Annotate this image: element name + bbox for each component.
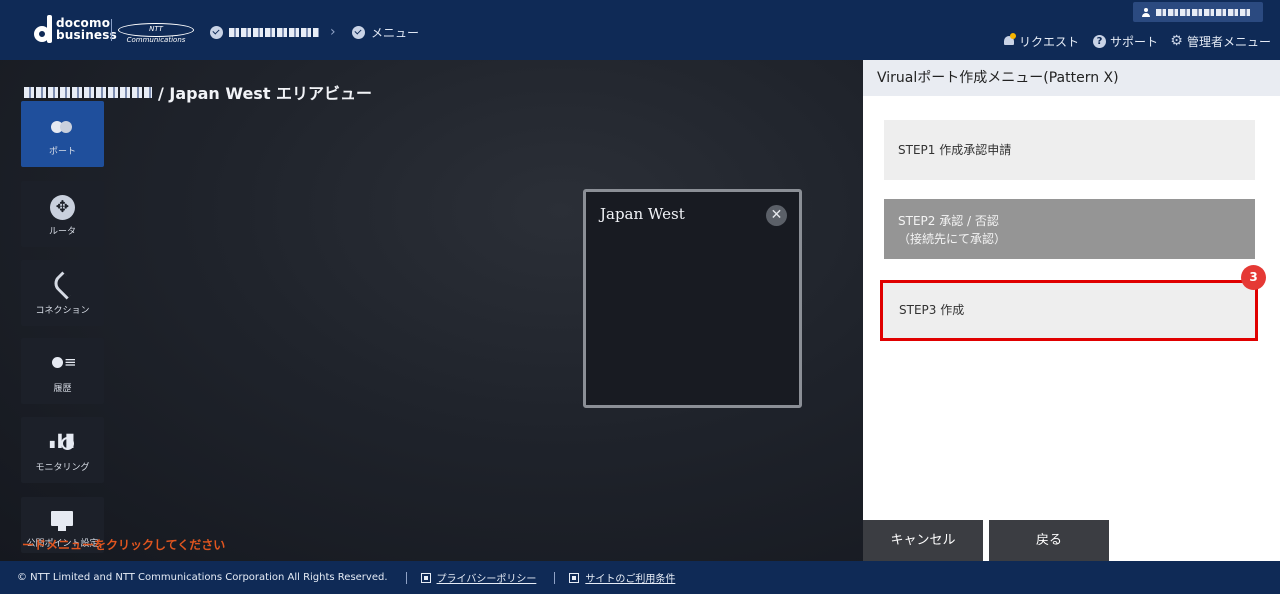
public-point-icon [50,509,75,534]
user-icon [1142,7,1150,17]
router-icon [50,195,75,220]
back-button[interactable]: 戻る [989,520,1109,561]
support-menu[interactable]: ? サポート [1093,33,1158,49]
breadcrumb-tenant-label [229,27,319,37]
sidebar-item-label: コネクション [35,306,90,316]
step1-button[interactable]: STEP1 作成承認申請 [884,120,1255,180]
request-menu[interactable]: リクエスト [1003,33,1079,49]
sidebar-item-monitoring[interactable]: モニタリング [21,417,104,483]
area-view-canvas: / Japan West エリアビュー ポート ルータ コネクション 履歴 モニ… [0,60,863,561]
admin-label: 管理者メニュー [1187,34,1272,49]
instruction-hint: ードメニューをクリックしてください [22,538,226,552]
step-number-badge: 3 [1241,265,1266,290]
external-link-icon [420,572,431,583]
port-icon [50,115,75,140]
page-title-text: / Japan West エリアビュー [158,84,373,103]
chevron-right-icon: › [330,24,336,40]
request-label: リクエスト [1019,34,1080,49]
privacy-policy-link[interactable]: プライバシーポリシー [420,570,537,585]
close-icon[interactable]: ✕ [766,205,787,226]
docomo-logo-icon [34,15,52,43]
history-icon [50,352,77,377]
support-label: サポート [1110,34,1159,49]
step1-label: STEP1 作成承認申請 [898,143,1012,157]
copyright-text: © NTT Limited and NTT Communications Cor… [17,572,388,583]
sidebar-item-label: モニタリング [35,463,90,473]
step2-sublabel: （接続先にて承認） [898,232,1007,246]
gear-icon: ⚙ [1170,32,1183,49]
brand-line2: business [56,28,117,42]
step2-button[interactable]: STEP2 承認 / 否認 （接続先にて承認） [884,199,1255,259]
breadcrumb-menu[interactable]: メニュー [352,24,419,40]
breadcrumb-menu-label: メニュー [371,25,420,40]
sidebar-item-history[interactable]: 履歴 [21,338,104,404]
sidebar-item-label: 履歴 [53,384,72,394]
step3-label: STEP3 作成 [899,303,965,317]
cancel-button[interactable]: キャンセル [863,520,983,561]
external-link-icon [569,572,580,583]
footer-divider [405,571,407,584]
step2-label: STEP2 承認 / 否認 [898,214,999,228]
bell-icon [1003,33,1016,47]
terms-label: サイトのご利用条件 [585,574,676,585]
check-circle-icon [352,25,365,39]
region-title: Japan West [600,205,685,223]
top-header: docomo business NTT Communications › メニュ… [0,0,1280,60]
privacy-policy-label: プライバシーポリシー [436,574,537,585]
create-port-panel: Virualポート作成メニュー(Pattern X) STEP1 作成承認申請 … [863,60,1280,561]
brand-logo-text: docomo business [56,17,117,41]
ntt-communications-logo: NTT Communications [118,23,194,44]
logo-divider [111,19,112,41]
region-box-japan-west[interactable]: Japan West ✕ [583,189,802,408]
sidebar-item-port[interactable]: ポート [21,101,104,167]
panel-title: Virualポート作成メニュー(Pattern X) [863,60,1280,96]
tenant-name [24,86,152,98]
footer: © NTT Limited and NTT Communications Cor… [0,561,1280,594]
admin-menu[interactable]: ⚙ 管理者メニュー [1170,33,1271,49]
user-account-button[interactable] [1133,2,1263,22]
sidebar-item-connection[interactable]: コネクション [21,260,104,326]
check-circle-icon [210,25,223,39]
sidebar-item-router[interactable]: ルータ [21,181,104,247]
terms-link[interactable]: サイトのご利用条件 [569,570,675,585]
breadcrumb-tenant[interactable] [210,24,319,40]
step3-button[interactable]: STEP3 作成 [880,280,1258,341]
user-name [1156,8,1251,16]
sidebar-item-label: ルータ [48,227,76,237]
monitoring-icon [50,431,75,456]
footer-divider [554,571,556,584]
help-icon: ? [1093,34,1106,48]
connection-icon [50,274,75,299]
sidebar-item-label: ポート [48,147,76,157]
